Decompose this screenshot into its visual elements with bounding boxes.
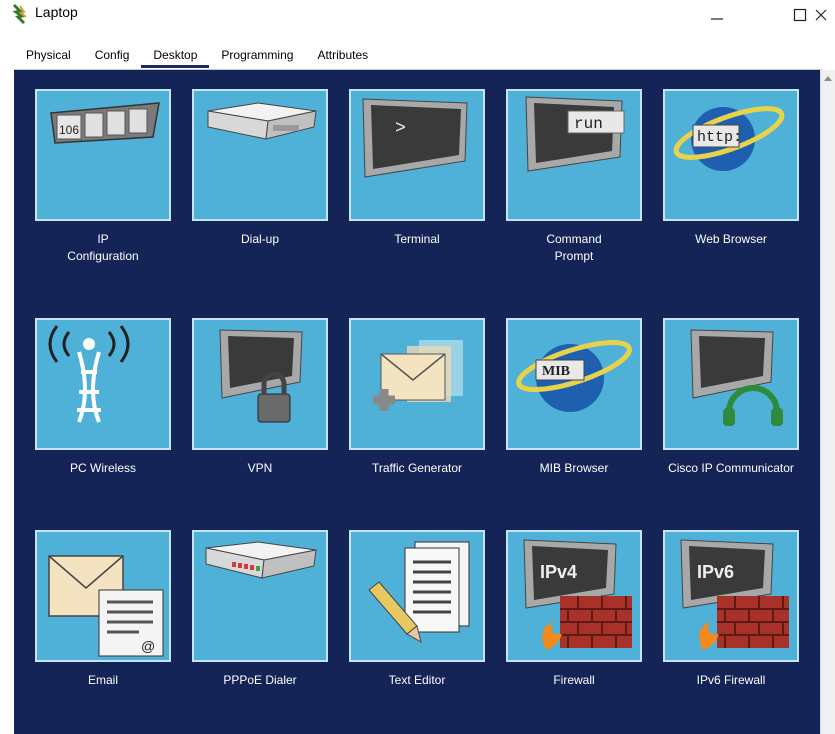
tab-programming[interactable]: Programming [209, 44, 305, 68]
vpn-lock-icon [219, 329, 303, 423]
app-label: PPPoE Dialer [223, 673, 297, 687]
wireless-tower-icon [48, 325, 130, 423]
app-tile[interactable]: @ [35, 530, 171, 662]
laptop-tree-icon [12, 3, 27, 25]
svg-text:MIB: MIB [542, 364, 570, 379]
dialup-modem-icon [207, 102, 317, 140]
app-tile[interactable] [35, 318, 171, 450]
close-icon [815, 9, 826, 21]
terminal-icon: > [362, 98, 468, 178]
svg-text:IPv6: IPv6 [697, 562, 734, 582]
app-label: Firewall [553, 673, 595, 687]
web-browser-icon: http: [673, 106, 785, 171]
app-tile[interactable]: > [349, 89, 485, 221]
app-tile[interactable]: IPv6 [663, 530, 799, 662]
app-tile[interactable]: MIB [506, 318, 642, 450]
desktop-app-grid: 106 IP Configuration Dial-up > Terminal [20, 86, 810, 706]
app-label: Text Editor [388, 673, 446, 687]
app-label: Email [87, 673, 118, 687]
app-label: IP Configuration [67, 232, 139, 263]
minimize-icon [711, 18, 723, 20]
maximize-icon [793, 8, 807, 22]
app-label: MIB Browser [539, 461, 609, 475]
firewall-ipv6-icon: IPv6 [680, 539, 789, 650]
app-label: IPv6 Firewall [696, 673, 766, 687]
title-bar: Laptop [0, 0, 835, 32]
tab-bar: Physical Config Desktop Programming Attr… [14, 44, 380, 68]
app-tile[interactable] [349, 318, 485, 450]
app-label: Web Browser [695, 232, 767, 246]
close-button[interactable] [806, 0, 835, 30]
traffic-generator-icon [373, 340, 463, 411]
tab-attributes[interactable]: Attributes [305, 44, 380, 68]
app-label: Terminal [394, 232, 440, 246]
ip-communicator-headset-icon [690, 329, 783, 426]
command-prompt-icon: run [525, 96, 625, 172]
app-tile[interactable] [663, 318, 799, 450]
svg-text:@: @ [141, 638, 155, 654]
app-tile[interactable]: IPv4 [506, 530, 642, 662]
app-tile[interactable] [192, 89, 328, 221]
app-tile[interactable]: http: [663, 89, 799, 221]
tab-physical[interactable]: Physical [14, 44, 83, 68]
app-label: Dial-up [240, 232, 279, 246]
svg-text:run: run [574, 115, 603, 133]
window-title: Laptop [35, 4, 78, 20]
tab-desktop[interactable]: Desktop [141, 44, 210, 68]
svg-text:>: > [395, 119, 406, 139]
app-label: PC Wireless [69, 461, 136, 475]
app-tile[interactable] [349, 530, 485, 662]
mib-browser-icon: MIB [516, 339, 632, 412]
app-tile[interactable] [192, 530, 328, 662]
app-label: Cisco IP Communicator [668, 461, 794, 475]
app-label: VPN [247, 461, 273, 475]
ip-configuration-icon: 106 [50, 102, 160, 144]
tab-config[interactable]: Config [83, 44, 142, 68]
svg-text:http:: http: [697, 129, 742, 146]
vertical-scrollbar[interactable] [820, 70, 835, 734]
text-editor-pencil-icon [368, 541, 470, 644]
minimize-button[interactable] [692, 0, 742, 30]
app-tile[interactable]: 106 [35, 89, 171, 221]
app-tile[interactable]: run [506, 89, 642, 221]
firewall-ipv4-icon: IPv4 [523, 539, 632, 650]
pppoe-dialer-icon [205, 541, 317, 579]
app-label: Traffic Generator [371, 461, 463, 475]
app-tile[interactable] [192, 318, 328, 450]
email-envelope-icon: @ [48, 555, 164, 657]
svg-text:IPv4: IPv4 [540, 562, 577, 582]
app-label: Command Prompt [546, 232, 602, 263]
svg-text:106: 106 [59, 123, 79, 137]
scroll-up-arrow-icon[interactable] [824, 76, 832, 81]
